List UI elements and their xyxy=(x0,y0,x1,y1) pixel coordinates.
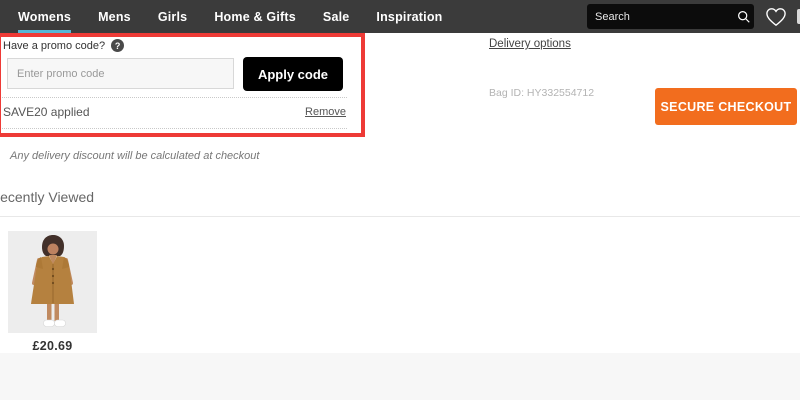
nav-menu: Womens Mens Girls Home & Gifts Sale Insp… xyxy=(18,0,443,33)
recently-viewed-title: Recently Viewed xyxy=(0,189,94,205)
search-icon[interactable] xyxy=(737,10,751,24)
promo-code-input[interactable] xyxy=(7,58,234,89)
nav-item-home-gifts[interactable]: Home & Gifts xyxy=(214,0,296,33)
nav-item-womens[interactable]: Womens xyxy=(18,0,71,33)
nav-item-girls[interactable]: Girls xyxy=(158,0,188,33)
delivery-options-link[interactable]: Delivery options xyxy=(489,38,571,50)
promo-help-icon[interactable]: ? xyxy=(111,39,124,52)
applied-promo-row: SAVE20 applied Remove xyxy=(3,105,346,119)
remove-promo-link[interactable]: Remove xyxy=(305,106,346,118)
footer-band xyxy=(0,353,800,400)
nav-item-inspiration[interactable]: Inspiration xyxy=(376,0,442,33)
bag-page: Womens Mens Girls Home & Gifts Sale Insp… xyxy=(0,0,800,400)
section-divider xyxy=(0,216,800,217)
delivery-discount-note: Any delivery discount will be calculated… xyxy=(10,150,259,162)
bag-id-label: Bag ID: HY332554712 xyxy=(489,87,594,99)
product-image-camel-dress[interactable] xyxy=(8,231,97,333)
applied-promo-label: SAVE20 applied xyxy=(3,105,90,119)
nav-item-mens[interactable]: Mens xyxy=(98,0,131,33)
promo-title-label: Have a promo code? xyxy=(3,40,105,52)
apply-code-button[interactable]: Apply code xyxy=(243,57,343,91)
recently-viewed-product[interactable]: £20.69 xyxy=(8,231,97,353)
search-box[interactable] xyxy=(587,4,754,29)
top-nav: Womens Mens Girls Home & Gifts Sale Insp… xyxy=(0,0,800,33)
secure-checkout-button[interactable]: SECURE CHECKOUT xyxy=(655,88,797,125)
dotted-divider xyxy=(2,128,347,129)
nav-item-sale[interactable]: Sale xyxy=(323,0,350,33)
product-price: £20.69 xyxy=(8,339,97,353)
promo-section-title: Have a promo code? ? xyxy=(3,39,124,52)
dotted-divider xyxy=(2,97,347,98)
wishlist-heart-icon[interactable] xyxy=(765,7,787,27)
search-input[interactable] xyxy=(595,11,737,23)
